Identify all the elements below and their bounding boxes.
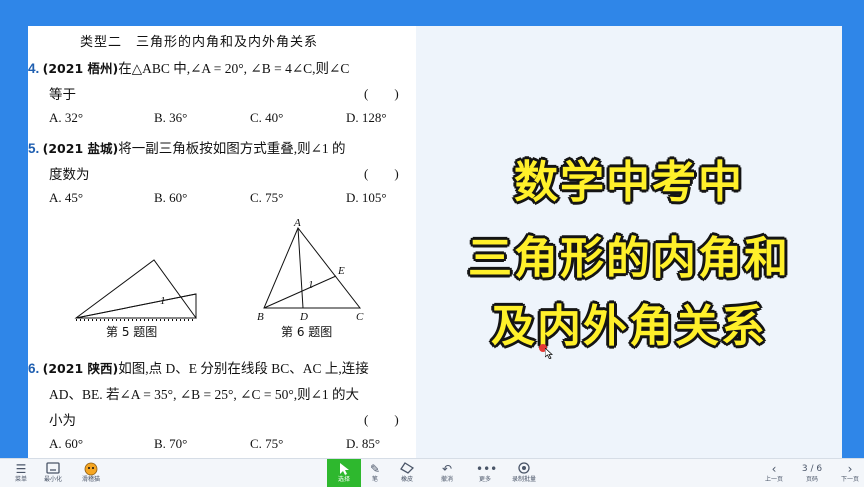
q4-option-d: D. 128° [346,110,387,125]
figure-5-caption: 第 5 题图 [106,325,158,339]
q6-text: 如图,点 D、E 分别在线段 BC、AC 上,连接 [118,361,369,376]
q5-option-d: D. 105° [346,190,387,205]
fig6-label-d: D [299,311,308,323]
q5-option-c: C. 75° [250,190,284,205]
pen-icon: ✎ [369,462,381,476]
q6-line1: 6. (2021 陕西)如图,点 D、E 分别在线段 BC、AC 上,连接 [28,357,369,377]
record-button[interactable]: 录制批量 [504,459,544,487]
fig5-hypotenuse [75,293,197,319]
next-page-button[interactable]: › 下一页 [838,459,862,487]
figure-5-triangles: 1 [74,259,197,321]
q6-line3: 小为 [49,413,76,428]
q6-option-a: A. 60° [49,436,84,451]
fig6-triangle-abc [263,227,362,309]
eraser-tool-label: 橡皮 [400,476,413,483]
q4-number: 4. [28,61,40,76]
q4-option-a: A. 32° [49,110,84,125]
q6-option-d: D. 85° [346,436,381,451]
undo-button[interactable]: ↶ 撤消 [430,459,464,487]
q5-option-b: B. 60° [154,190,188,205]
select-arrow-icon [335,462,353,476]
chevron-left-icon: ‹ [771,462,777,476]
mouse-cursor-icon [545,348,553,359]
mascot-button[interactable]: 滑稽猫 [74,459,108,487]
q4-option-b: B. 36° [154,110,188,125]
q4-line1: 4. (2021 梧州)在△ABC 中,∠A = 20°, ∠B = 4∠C,则… [28,57,349,77]
q4-option-c: C. 40° [250,110,284,125]
pen-tool-label: 笔 [371,476,378,483]
exam-document: 类型二 三角形的内角和及内外角关系 4. (2021 梧州)在△ABC 中,∠A… [28,26,416,458]
more-icon: ••• [476,462,498,476]
minimize-button[interactable]: 最小化 [36,459,70,487]
fig6-label-e: E [337,265,345,277]
q4-line2: 等于 [49,87,76,102]
menu-icon: ☰ [15,462,27,476]
next-page-label: 下一页 [840,476,859,483]
fig5-angle-label: 1 [160,295,166,307]
undo-label: 撤消 [440,476,453,483]
slide-canvas[interactable]: 类型二 三角形的内角和及内外角关系 4. (2021 梧州)在△ABC 中,∠A… [28,26,842,458]
q5-line1: 5. (2021 盐城)将一副三角板按如图方式重叠,则∠1 的 [28,137,346,157]
fig6-angle-label: 1 [308,279,314,291]
undo-icon: ↶ [441,462,453,476]
q4-text: 在△ABC 中,∠A = 20°, ∠B = 4∠C,则∠C [118,61,350,76]
fig6-label-c: C [356,311,364,323]
minimize-label: 最小化 [43,476,62,483]
eraser-tool-button[interactable]: 橡皮 [390,459,424,487]
q6-option-c: C. 75° [250,436,284,451]
menu-label: 菜单 [14,476,27,483]
q4-source: (2021 梧州) [42,61,119,76]
pen-tool-button[interactable]: ✎ 笔 [358,459,392,487]
mascot-label: 滑稽猫 [81,476,100,483]
figure-6-caption: 第 6 题图 [281,325,333,339]
prev-page-button[interactable]: ‹ 上一页 [762,459,786,487]
chevron-right-icon: › [847,462,853,476]
section-title: 类型二 三角形的内角和及内外角关系 [80,35,319,50]
prev-page-label: 上一页 [764,476,783,483]
page-indicator[interactable]: 3 / 6 页码 [790,459,834,487]
eraser-icon [398,462,416,476]
fig6-label-b: B [257,311,264,323]
record-icon [515,462,533,476]
promo-line-2: 三角形的内角和 [468,233,790,284]
q6-line2: AD、BE. 若∠A = 35°, ∠B = 25°, ∠C = 50°,则∠1… [49,387,360,402]
bottom-toolbar: ☰ 菜单 最小化 滑稽猫 选择 ✎ 笔 橡皮 ↶ 撤消 ••• 更多 录制批量 … [0,458,864,487]
q6-source: (2021 陕西) [42,361,119,376]
page-indicator-label: 页码 [805,476,818,483]
q6-number: 6. [28,361,40,376]
q5-option-a: A. 45° [49,190,84,205]
presentation-window: 类型二 三角形的内角和及内外角关系 4. (2021 梧州)在△ABC 中,∠A… [0,0,864,487]
fig6-segment-be [263,275,337,309]
fig5-triangle-45 [74,259,197,319]
fig6-segment-ad [297,227,304,309]
select-tool-button[interactable]: 选择 [327,459,361,487]
more-button[interactable]: ••• 更多 [468,459,502,487]
q5-line2: 度数为 [49,167,90,182]
q5-number: 5. [28,141,40,156]
q5-answer-paren: ( ) [364,166,399,181]
q4-answer-paren: ( ) [364,86,399,101]
q6-option-b: B. 70° [154,436,188,451]
more-label: 更多 [478,476,491,483]
record-label: 录制批量 [511,476,536,483]
q6-answer-paren: ( ) [364,412,399,427]
figure-6-triangle: A B C D E 1 [257,217,364,323]
promo-line-3: 及内外角关系 [491,301,767,352]
page-navigator: ‹ 上一页 3 / 6 页码 › 下一页 [762,459,864,487]
page-number: 3 / 6 [801,464,823,474]
promo-line-1: 数学中考中 [514,157,744,208]
mascot-icon [82,462,100,476]
menu-button[interactable]: ☰ 菜单 [4,459,38,487]
fig6-label-a: A [293,217,301,229]
q5-text: 将一副三角板按如图方式重叠,则∠1 的 [118,141,346,156]
minimize-icon [44,462,62,476]
promo-title-panel: 数学中考中 三角形的内角和 及内外角关系 [416,26,842,458]
q5-source: (2021 盐城) [42,141,119,156]
select-tool-label: 选择 [337,476,350,483]
